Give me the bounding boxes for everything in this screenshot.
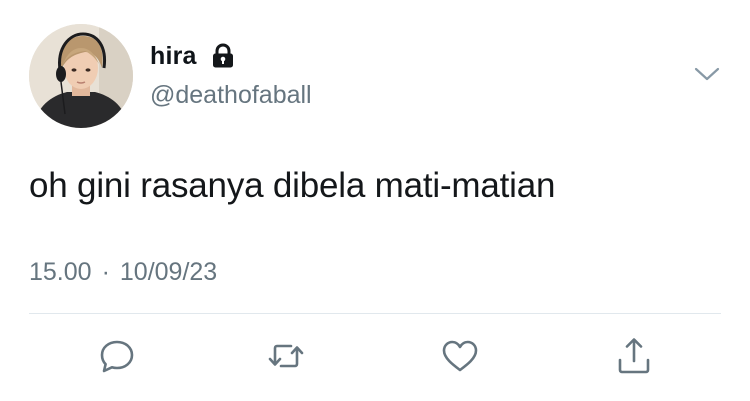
avatar[interactable] [29, 24, 133, 128]
divider [29, 313, 721, 314]
tweet-card: hira @deathofaball oh gini rasanya dibel… [0, 0, 750, 401]
share-arrow-up-icon [618, 338, 650, 374]
display-name[interactable]: hira [150, 40, 197, 72]
speech-bubble-icon [100, 340, 134, 373]
reply-button[interactable] [97, 336, 137, 376]
heart-icon [442, 340, 478, 372]
like-button[interactable] [440, 336, 480, 376]
retweet-arrows-icon [268, 344, 304, 368]
share-button[interactable] [614, 336, 654, 376]
meta-separator: · [101, 258, 110, 286]
tweet-timestamp[interactable]: 15.00 · 10/09/23 [29, 256, 217, 288]
tweet-time: 15.00 [29, 258, 92, 286]
chevron-down-icon[interactable] [692, 63, 722, 85]
tweet-text: oh gini rasanya dibela mati-matian [29, 166, 556, 205]
avatar-image [29, 24, 133, 128]
tweet-date: 10/09/23 [119, 258, 218, 286]
retweet-button[interactable] [266, 336, 306, 376]
user-handle[interactable]: @deathofaball [150, 79, 312, 111]
lock-icon [213, 43, 233, 68]
